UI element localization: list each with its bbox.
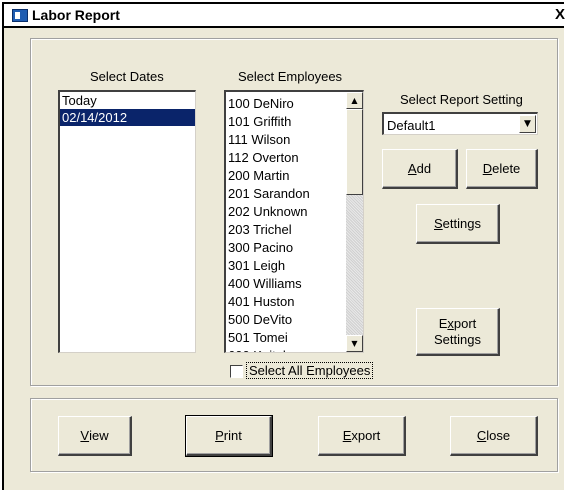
employee-list-item[interactable]: 202 Unknown [226, 203, 363, 221]
employee-list-item[interactable]: 101 Griffith [226, 113, 363, 131]
employee-list-item[interactable]: 112 Overton [226, 149, 363, 167]
chevron-down-icon[interactable]: ▼ [519, 115, 536, 133]
employee-list-item[interactable]: 401 Huston [226, 293, 363, 311]
view-mnemonic: V [80, 428, 90, 443]
employees-listbox[interactable]: 100 DeNiro 101 Griffith 111 Wilson 112 Over… [224, 90, 364, 353]
settings-label: ettings [442, 216, 481, 231]
close-label: lose [486, 428, 511, 443]
employee-list-item[interactable]: 301 Leigh [226, 257, 363, 275]
export-settings-button[interactable]: Export Settings [416, 308, 500, 356]
title-bar[interactable]: Labor Report X [4, 4, 565, 28]
date-list-item[interactable]: 02/14/2012 [60, 109, 195, 126]
select-report-setting-label: Select Report Setting [400, 92, 523, 107]
print-button[interactable]: Print [185, 415, 273, 457]
select-dates-label: Select Dates [90, 69, 164, 84]
employee-list-item[interactable]: 501 Tomei [226, 329, 363, 347]
labor-report-window: Labor Report X Select Dates Today 02/14/2… [2, 2, 565, 490]
add-button[interactable]: Add [382, 149, 458, 189]
delete-mnemonic: D [482, 161, 493, 176]
employee-list-item[interactable]: 500 DeVito [226, 311, 363, 329]
add-label: dd [416, 161, 432, 176]
settings-button[interactable]: Settings [416, 204, 500, 244]
employee-list-item[interactable]: 400 Williams [226, 275, 363, 293]
export-settings-line2: Settings [434, 331, 481, 347]
export-mnemonic: E [342, 428, 352, 443]
employee-list-item[interactable]: 300 Pacino [226, 239, 363, 257]
select-employees-label: Select Employees [238, 69, 343, 84]
dates-list: Today 02/14/2012 [60, 92, 195, 126]
close-icon[interactable]: X [555, 6, 565, 23]
export-button[interactable]: Export [318, 416, 406, 456]
select-all-checkbox[interactable] [230, 365, 243, 378]
employee-list-item[interactable]: 100 DeNiro [226, 95, 363, 113]
scroll-up-icon[interactable]: ▲ [346, 92, 363, 109]
view-label: iew [89, 428, 109, 443]
report-window-icon [12, 9, 28, 22]
scroll-down-icon[interactable]: ▼ [346, 335, 363, 352]
report-setting-value: Default1 [387, 118, 436, 133]
view-button[interactable]: View [58, 416, 132, 456]
export-settings-line1: Export [438, 315, 477, 331]
scroll-thumb[interactable] [346, 109, 363, 195]
employee-list-item[interactable]: 111 Wilson [226, 131, 363, 149]
add-mnemonic: A [407, 161, 417, 176]
employee-list-item[interactable]: 201 Sarandon [226, 185, 363, 203]
print-label: rint [223, 428, 242, 443]
export-label: xport [351, 428, 381, 443]
dates-listbox[interactable]: Today 02/14/2012 [58, 90, 196, 353]
delete-button[interactable]: Delete [466, 149, 538, 189]
print-mnemonic: P [215, 428, 224, 443]
report-setting-combo[interactable]: Default1 ▼ [382, 112, 538, 135]
select-all-label[interactable]: Select All Employees [246, 362, 374, 379]
delete-label: elete [492, 161, 521, 176]
employees-list: 100 DeNiro 101 Griffith 111 Wilson 112 Over… [226, 92, 363, 352]
window-title: Labor Report [32, 7, 120, 23]
close-button[interactable]: Close [450, 416, 538, 456]
close-mnemonic: C [476, 428, 487, 443]
employee-list-item[interactable]: 600 Keitel [226, 347, 363, 352]
settings-mnemonic: S [434, 216, 443, 231]
employee-list-item[interactable]: 203 Trichel [226, 221, 363, 239]
employee-list-item[interactable]: 200 Martin [226, 167, 363, 185]
employees-scrollbar[interactable]: ▲ ▼ [346, 92, 363, 352]
date-list-item[interactable]: Today [60, 92, 195, 109]
